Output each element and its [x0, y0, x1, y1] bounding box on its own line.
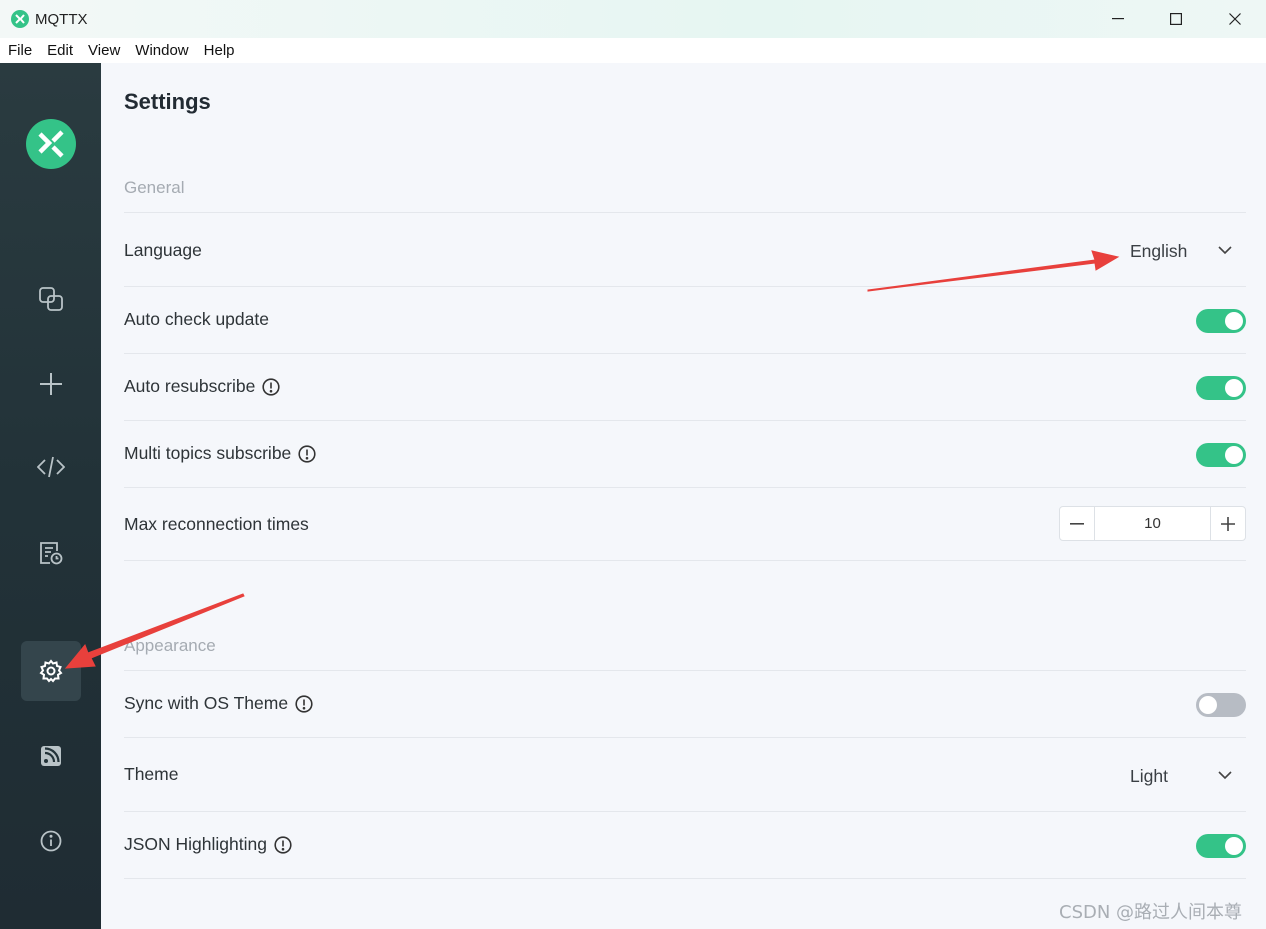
maximize-icon [1170, 13, 1182, 25]
auto-resubscribe-toggle[interactable] [1196, 376, 1246, 400]
toggle-knob [1225, 837, 1243, 855]
divider [124, 878, 1246, 879]
divider [124, 487, 1246, 488]
gear-icon [39, 659, 63, 683]
help-info-icon[interactable] [262, 377, 280, 396]
sync-os-theme-text: Sync with OS Theme [124, 693, 289, 713]
theme-label: Theme [124, 764, 178, 785]
sidebar-item-about[interactable] [21, 811, 81, 871]
page-title: Settings [124, 89, 211, 114]
max-reconnect-label: Max reconnection times [124, 514, 309, 535]
multi-topics-label: Multi topics subscribe [124, 443, 316, 464]
divider [124, 560, 1246, 561]
language-select[interactable]: English [1130, 239, 1246, 263]
sidebar [0, 63, 101, 929]
multi-topics-toggle[interactable] [1196, 443, 1246, 467]
feed-icon [41, 746, 61, 766]
chevron-down-icon [1218, 771, 1232, 780]
menu-help[interactable]: Help [196, 38, 242, 63]
sidebar-item-new-connection[interactable] [21, 354, 81, 414]
code-icon [37, 456, 65, 478]
settings-panel: Settings General Language English Auto c… [101, 63, 1266, 929]
help-info-icon[interactable] [298, 444, 316, 463]
json-highlighting-label: JSON Highlighting [124, 834, 292, 855]
divider [124, 737, 1246, 738]
sync-os-theme-label: Sync with OS Theme [124, 693, 313, 714]
menu-file[interactable]: File [0, 38, 39, 63]
section-general: General [124, 178, 185, 197]
chevron-down-icon [1218, 246, 1232, 255]
auto-check-update-toggle[interactable] [1196, 309, 1246, 333]
log-icon [40, 542, 63, 565]
toggle-knob [1199, 696, 1217, 714]
plus-icon [40, 373, 62, 395]
max-reconnect-text: Max reconnection times [124, 514, 309, 534]
toggle-knob [1225, 312, 1243, 330]
auto-check-update-text: Auto check update [124, 309, 269, 329]
language-value: English [1130, 240, 1188, 261]
maximize-button[interactable] [1147, 0, 1205, 38]
sidebar-item-feed[interactable] [21, 726, 81, 786]
decrement-button[interactable] [1060, 507, 1095, 540]
mqttx-logo [26, 119, 76, 169]
theme-select[interactable]: Light [1130, 764, 1246, 788]
divider [124, 670, 1246, 671]
info-icon [40, 830, 62, 852]
auto-resubscribe-text: Auto resubscribe [124, 376, 256, 396]
language-label: Language [124, 240, 202, 261]
divider [124, 353, 1246, 354]
minimize-button[interactable] [1089, 0, 1147, 38]
sidebar-item-settings[interactable] [21, 641, 81, 701]
multi-topics-text: Multi topics subscribe [124, 443, 292, 463]
sync-os-theme-toggle[interactable] [1196, 693, 1246, 717]
json-highlighting-toggle[interactable] [1196, 834, 1246, 858]
divider [124, 212, 1246, 213]
close-icon [1229, 13, 1241, 25]
language-label-text: Language [124, 240, 202, 260]
menu-view[interactable]: View [80, 38, 127, 63]
auto-check-update-label: Auto check update [124, 309, 269, 330]
sidebar-item-connections[interactable] [21, 269, 81, 329]
section-appearance: Appearance [124, 636, 216, 655]
help-info-icon[interactable] [274, 835, 292, 854]
connections-icon [39, 287, 63, 311]
minus-icon [1070, 522, 1084, 525]
mqttx-app-icon [11, 10, 29, 28]
close-button[interactable] [1206, 0, 1264, 38]
divider [124, 420, 1246, 421]
plus-icon [1221, 516, 1235, 531]
menu-bar: File Edit View Window Help [0, 38, 1266, 63]
sidebar-item-log[interactable] [21, 523, 81, 583]
toggle-knob [1225, 446, 1243, 464]
toggle-knob [1225, 379, 1243, 397]
divider [124, 811, 1246, 812]
sidebar-item-script[interactable] [21, 437, 81, 497]
menu-edit[interactable]: Edit [39, 38, 80, 63]
json-highlighting-text: JSON Highlighting [124, 834, 267, 854]
auto-resubscribe-label: Auto resubscribe [124, 376, 280, 397]
divider [124, 286, 1246, 287]
title-bar: MQTTX [0, 0, 1266, 38]
watermark: CSDN @路过人间本尊 [1059, 902, 1243, 923]
theme-label-text: Theme [124, 764, 179, 784]
theme-value: Light [1130, 765, 1168, 786]
menu-window[interactable]: Window [127, 38, 195, 63]
max-reconnect-stepper[interactable]: 10 [1059, 506, 1246, 541]
max-reconnect-value[interactable]: 10 [1095, 507, 1210, 540]
minimize-icon [1112, 18, 1124, 20]
window-title: MQTTX [35, 11, 88, 28]
help-info-icon[interactable] [295, 694, 313, 713]
increment-button[interactable] [1210, 507, 1245, 540]
